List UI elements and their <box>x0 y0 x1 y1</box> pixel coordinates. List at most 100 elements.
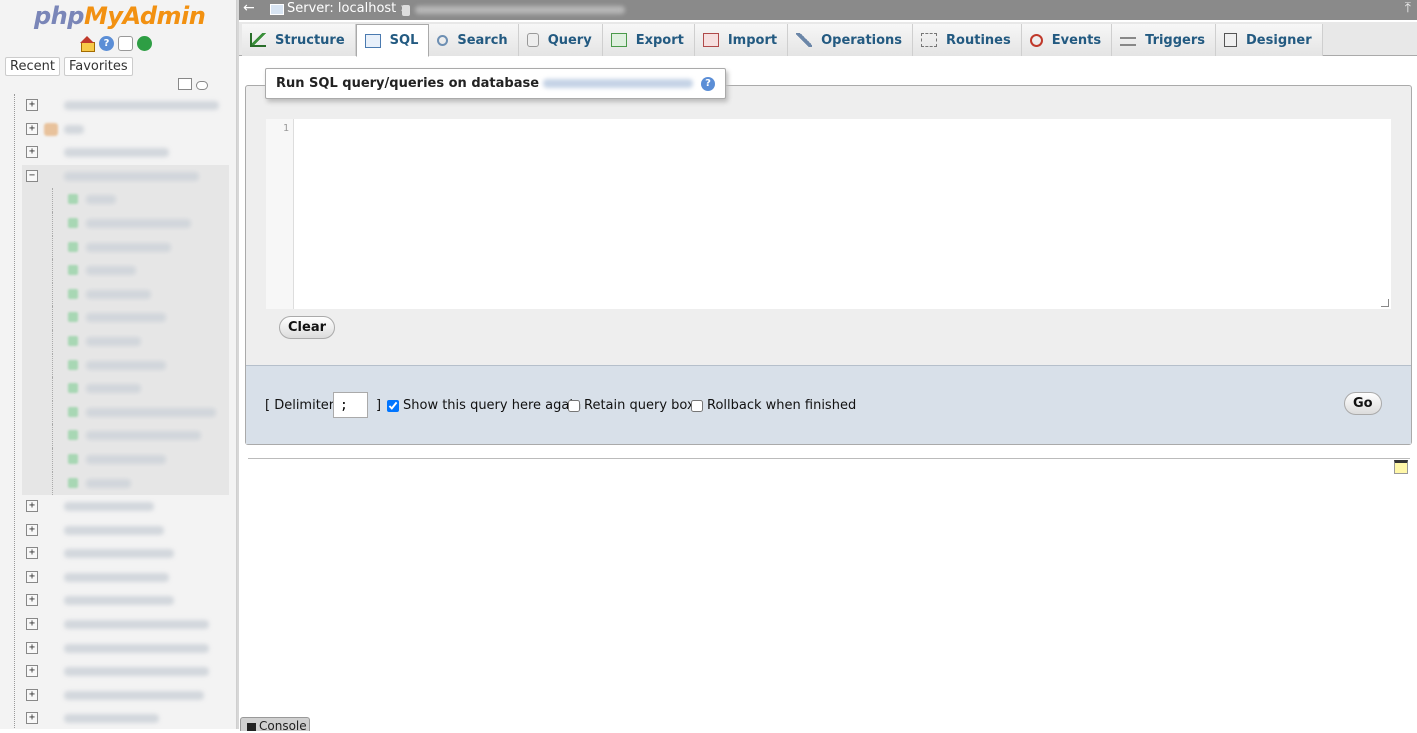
tree-table-item[interactable] <box>22 353 229 378</box>
tree-database-item[interactable]: + <box>0 589 236 613</box>
tab-query[interactable]: Query <box>518 24 603 56</box>
retain-query-option[interactable]: Retain query box <box>568 398 695 413</box>
delimiter-close-bracket: ] <box>376 398 382 413</box>
tree-table-item[interactable] <box>22 329 229 354</box>
tree-item-label <box>86 384 141 394</box>
expand-icon[interactable]: + <box>26 122 38 135</box>
recent-button[interactable]: Recent <box>5 57 60 76</box>
tree-table-item[interactable] <box>22 306 229 330</box>
console-icon <box>247 723 256 731</box>
retain-query-checkbox[interactable] <box>568 399 580 412</box>
tree-database-item[interactable]: − <box>22 165 229 189</box>
tab-designer[interactable]: Designer <box>1216 24 1323 56</box>
results-divider <box>248 458 1410 459</box>
show-query-option[interactable]: Show this query here again <box>387 398 581 413</box>
expand-icon[interactable]: + <box>26 594 38 607</box>
expand-icon[interactable]: + <box>26 688 38 701</box>
sql-query-legend: Run SQL query/queries on database ? <box>265 68 727 99</box>
tree-table-item[interactable] <box>22 211 229 236</box>
tree-table-item[interactable] <box>22 235 229 260</box>
tree-table-item[interactable] <box>22 259 229 283</box>
tab-structure[interactable]: Structure <box>242 24 356 56</box>
rollback-option[interactable]: Rollback when finished <box>691 398 856 413</box>
tab-label: Events <box>1051 32 1102 48</box>
expand-icon[interactable]: + <box>26 547 38 560</box>
expand-icon[interactable]: + <box>26 665 38 678</box>
table-icon <box>68 288 78 299</box>
collapse-icon[interactable]: − <box>26 169 38 182</box>
tree-database-item[interactable]: + <box>0 660 236 684</box>
breadcrumb-database[interactable] <box>415 6 625 14</box>
delimiter-label: [ Delimiter <box>265 398 335 413</box>
tab-routines[interactable]: Routines <box>913 24 1022 56</box>
tree-table-item[interactable] <box>22 400 229 425</box>
tree-database-item[interactable]: + <box>0 707 236 729</box>
tree-database-item[interactable]: + <box>0 94 236 118</box>
delimiter-input[interactable] <box>333 392 368 418</box>
collapse-header-icon[interactable]: ⤒ <box>1405 0 1411 16</box>
sticky-note-icon[interactable] <box>1394 460 1408 474</box>
tab-triggers[interactable]: Triggers <box>1112 24 1217 56</box>
recent-favorites-tabs: Recent Favorites <box>5 57 133 76</box>
expand-icon[interactable]: + <box>26 523 38 536</box>
sql-query-textarea[interactable] <box>296 119 1391 309</box>
clear-button[interactable]: Clear <box>279 316 335 339</box>
link-with-main-icon[interactable] <box>196 81 208 90</box>
docs-icon[interactable] <box>118 36 133 51</box>
tree-table-item[interactable] <box>22 282 229 307</box>
phpmyadmin-logo[interactable]: phpMyAdmin <box>34 2 206 30</box>
go-button[interactable]: Go <box>1344 392 1382 415</box>
collapse-all-icon[interactable] <box>178 78 192 90</box>
tree-table-item[interactable] <box>22 424 229 448</box>
main-tabs: Structure SQL Search Query Export Import Opera… <box>239 22 1417 57</box>
expand-icon[interactable]: + <box>26 618 38 631</box>
tree-guide-line <box>52 424 53 448</box>
tree-item-label <box>64 596 174 606</box>
tree-guide-line <box>52 235 53 260</box>
home-icon[interactable] <box>80 36 95 52</box>
reload-icon[interactable] <box>137 36 152 51</box>
tab-label: Query <box>547 32 592 48</box>
tree-guide-line <box>52 400 53 425</box>
tab-search[interactable]: Search <box>429 24 519 56</box>
tree-database-item[interactable]: + <box>0 141 236 165</box>
resize-grip-icon[interactable] <box>1381 299 1389 307</box>
table-icon <box>68 359 78 370</box>
tree-database-item[interactable]: + <box>0 118 236 142</box>
tree-table-item[interactable] <box>22 447 229 472</box>
tree-database-item[interactable]: + <box>0 519 236 543</box>
tree-database-item[interactable]: + <box>0 684 236 708</box>
nav-resizer[interactable] <box>237 0 239 729</box>
expand-icon[interactable]: + <box>26 500 38 513</box>
sql-editor[interactable]: 1 <box>265 118 1392 310</box>
tree-database-item[interactable]: + <box>0 637 236 661</box>
tree-table-item[interactable] <box>22 471 229 496</box>
legend-title: Run SQL query/queries on database <box>276 76 540 91</box>
routines-icon <box>921 33 938 47</box>
expand-icon[interactable]: + <box>26 99 38 111</box>
favorites-button[interactable]: Favorites <box>63 57 133 76</box>
expand-icon[interactable]: + <box>26 641 38 654</box>
expand-icon[interactable]: + <box>26 570 38 583</box>
tab-events[interactable]: Events <box>1021 24 1113 56</box>
tab-sql[interactable]: SQL <box>355 24 430 57</box>
tree-table-item[interactable] <box>22 188 229 212</box>
show-query-checkbox[interactable] <box>387 399 399 412</box>
tree-guide-line <box>52 259 53 283</box>
tree-database-item[interactable]: + <box>0 542 236 566</box>
help-icon[interactable]: ? <box>701 76 716 91</box>
tab-export[interactable]: Export <box>602 24 695 56</box>
help-icon[interactable]: ? <box>99 36 114 51</box>
tab-operations[interactable]: Operations <box>788 24 914 56</box>
tree-database-item[interactable]: + <box>0 566 236 590</box>
tree-database-item[interactable]: + <box>0 613 236 637</box>
tab-import[interactable]: Import <box>694 24 789 56</box>
breadcrumb-server[interactable]: Server: localhost » <box>287 1 408 16</box>
back-arrow-icon[interactable]: ← <box>243 0 255 16</box>
tree-database-item[interactable]: + <box>0 495 236 519</box>
tree-guide-line <box>52 329 53 354</box>
expand-icon[interactable]: + <box>26 712 38 725</box>
expand-icon[interactable]: + <box>26 146 38 159</box>
rollback-checkbox[interactable] <box>691 399 703 412</box>
tree-table-item[interactable] <box>22 377 229 401</box>
